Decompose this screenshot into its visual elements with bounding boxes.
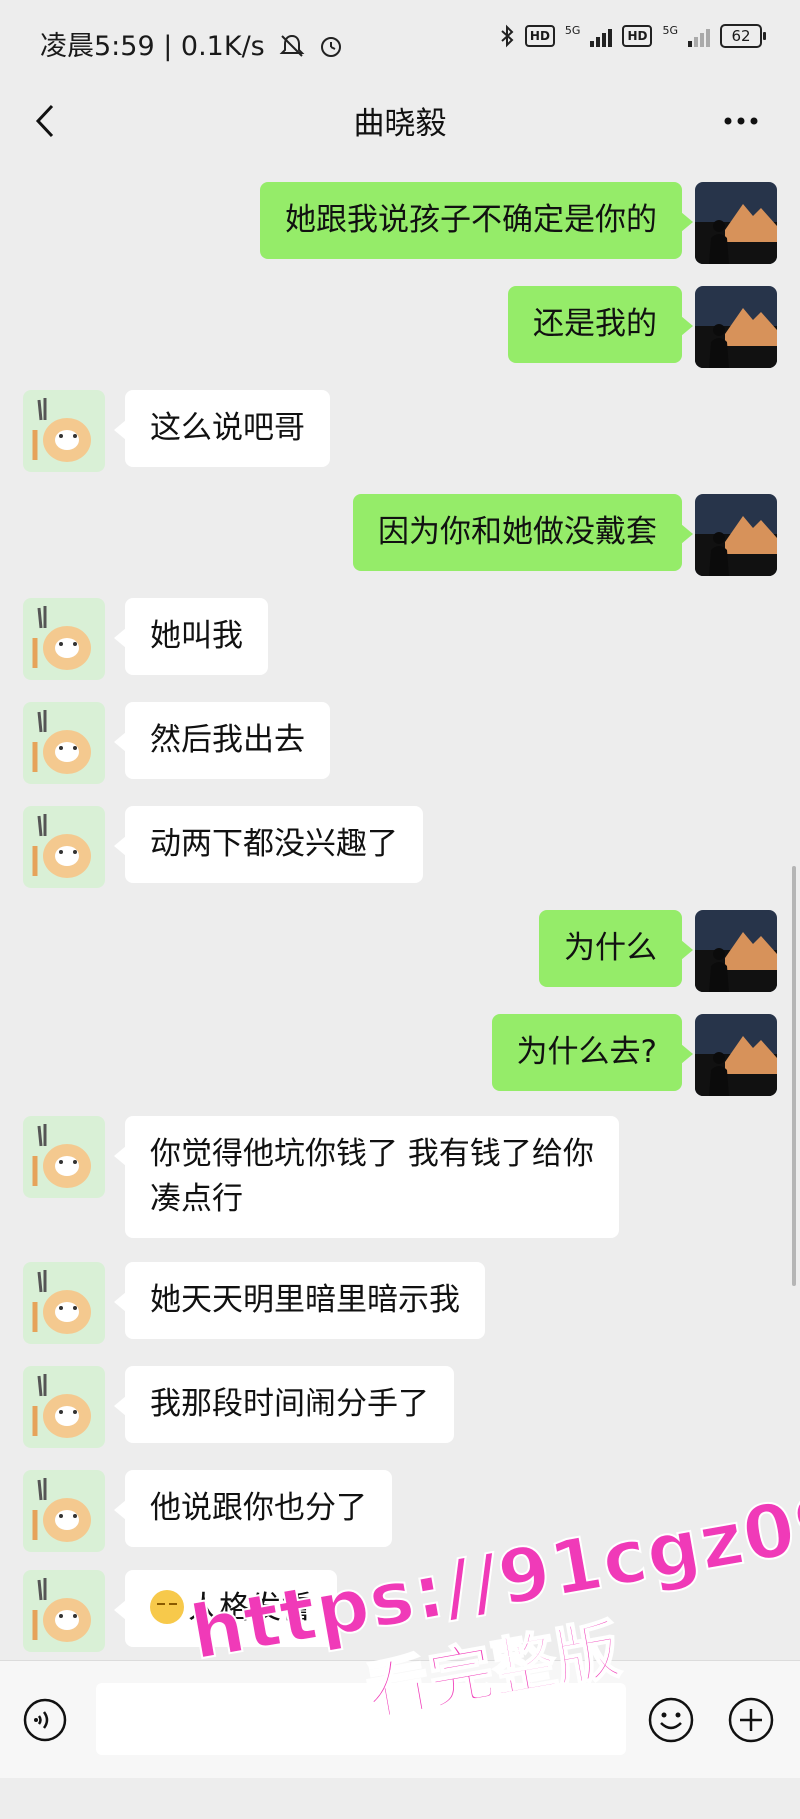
- message-bubble[interactable]: 这么说吧哥: [114, 390, 330, 467]
- contact-avatar[interactable]: [23, 1470, 105, 1552]
- signal-icon-2: [688, 25, 710, 47]
- message-bubble[interactable]: 你觉得他坑你钱了 我有钱了给你 凑点行: [114, 1116, 619, 1238]
- hd-badge-2: HD: [622, 25, 653, 47]
- message-bubble[interactable]: 动两下都没兴趣了: [114, 806, 423, 883]
- status-time: 凌晨5:59: [40, 31, 155, 62]
- contact-avatar[interactable]: [23, 806, 105, 888]
- more-dots-icon[interactable]: [716, 96, 766, 146]
- net-speed: 0.1K/s: [180, 31, 265, 62]
- contact-avatar[interactable]: [23, 390, 105, 472]
- signal-icon: [590, 25, 613, 47]
- nav-bar: 曲晓毅: [0, 86, 800, 166]
- message-bubble[interactable]: 为什么: [539, 910, 693, 987]
- contact-avatar[interactable]: [23, 1366, 105, 1448]
- contact-avatar[interactable]: [23, 1116, 105, 1198]
- net-type-1: 5G: [564, 24, 581, 37]
- chat-title: 曲晓毅: [353, 106, 447, 142]
- message-bubble[interactable]: 他说跟你也分了: [114, 1470, 392, 1547]
- chat-scrollbar[interactable]: [792, 866, 796, 1286]
- message-bubble[interactable]: 还是我的: [508, 286, 693, 363]
- status-left: 凌晨5:59 | 0.1K/s: [40, 24, 344, 63]
- net-type-2: 5G: [662, 24, 678, 37]
- my-avatar[interactable]: [695, 1014, 777, 1096]
- my-avatar[interactable]: [695, 182, 777, 264]
- message-bubble[interactable]: 然后我出去: [114, 702, 330, 779]
- message-bubble[interactable]: 她天天明里暗里暗示我: [114, 1262, 485, 1339]
- message-bubble[interactable]: 我那段时间闹分手了: [114, 1366, 454, 1443]
- sleepy-face-emoji: [150, 1590, 184, 1624]
- alarm-icon: [320, 37, 341, 57]
- mute-icon: [279, 34, 305, 57]
- message-bubble[interactable]: 她叫我: [114, 598, 268, 675]
- contact-avatar[interactable]: [23, 1570, 105, 1652]
- contact-avatar[interactable]: [23, 598, 105, 680]
- message-bubble[interactable]: 因为你和她做没戴套: [353, 494, 693, 571]
- contact-avatar[interactable]: [23, 1262, 105, 1344]
- my-avatar[interactable]: [695, 910, 777, 992]
- my-avatar[interactable]: [695, 494, 777, 576]
- message-bubble[interactable]: 为什么去?: [491, 1014, 694, 1091]
- chat-area[interactable]: 她跟我说孩子不确定是你的 还是我的 这么说吧哥 因为你和她做没戴套 她叫我 然后…: [0, 166, 800, 1660]
- status-bar: 凌晨5:59 | 0.1K/s HD 5G HD 5G 62: [0, 0, 800, 86]
- contact-avatar[interactable]: [23, 702, 105, 784]
- hd-badge-1: HD: [524, 25, 555, 47]
- status-right: HD 5G HD 5G 62: [499, 24, 766, 48]
- battery-icon: 62: [720, 24, 766, 48]
- my-avatar[interactable]: [695, 286, 777, 368]
- message-bubble[interactable]: 她跟我说孩子不确定是你的: [260, 182, 693, 259]
- voice-icon[interactable]: [22, 1697, 68, 1743]
- bluetooth-icon: [501, 24, 514, 48]
